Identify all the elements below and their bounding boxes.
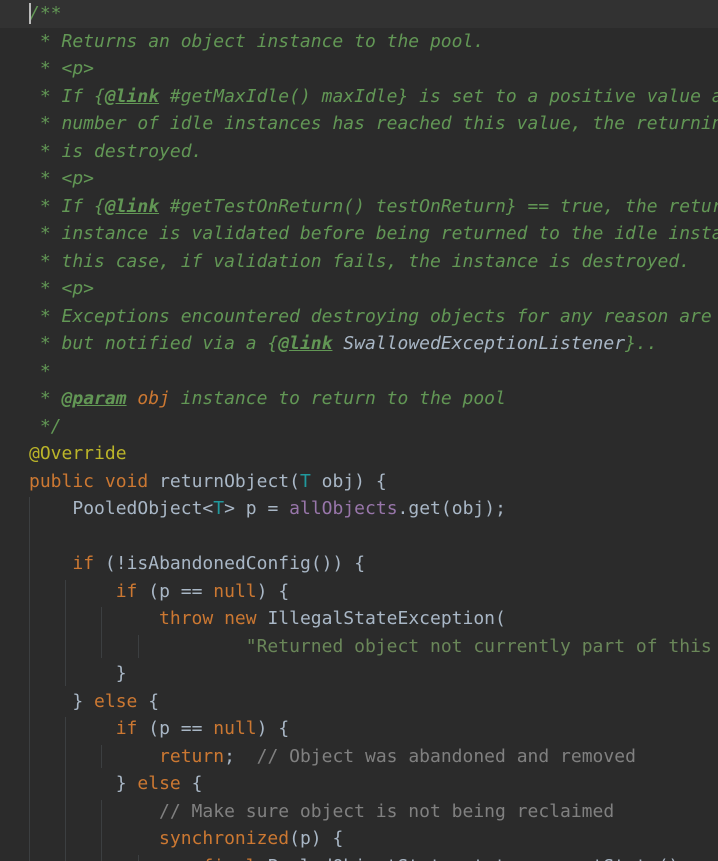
code-line[interactable]: * If {@link #getTestOnReturn() testOnRet… (0, 193, 718, 221)
code-line[interactable]: * Exceptions encountered destroying obje… (0, 303, 718, 331)
code-line[interactable]: if (p == null) { (0, 715, 718, 743)
code-line[interactable]: * is destroyed. (0, 138, 718, 166)
text-caret (29, 3, 31, 24)
code-line[interactable]: if (!isAbandonedConfig()) { (0, 550, 718, 578)
code-line[interactable]: // Make sure object is not being reclaim… (0, 798, 718, 826)
code-line[interactable]: * If {@link #getMaxIdle() maxIdle} is se… (0, 83, 718, 111)
code-line[interactable]: } else { (0, 770, 718, 798)
code-line[interactable]: return; // Object was abandoned and remo… (0, 743, 718, 771)
code-line[interactable]: * number of idle instances has reached t… (0, 110, 718, 138)
code-line[interactable]: if (p == null) { (0, 578, 718, 606)
code-line[interactable]: @Override (0, 440, 718, 468)
code-editor[interactable]: /** * Returns an object instance to the … (0, 0, 718, 861)
code-line[interactable]: * but notified via a {@link SwallowedExc… (0, 330, 718, 358)
code-line[interactable] (0, 523, 718, 551)
code-line[interactable]: final PooledObjectState state = p.getSta… (0, 853, 718, 861)
code-line[interactable]: * <p> (0, 165, 718, 193)
code-line[interactable]: * this case, if validation fails, the in… (0, 248, 718, 276)
code-line[interactable]: "Returned object not currently part of t… (0, 633, 718, 661)
code-line[interactable]: synchronized(p) { (0, 825, 718, 853)
code-line[interactable]: * <p> (0, 275, 718, 303)
code-line[interactable]: * <p> (0, 55, 718, 83)
code-line[interactable]: * (0, 358, 718, 386)
code-content[interactable]: /** * Returns an object instance to the … (0, 0, 718, 861)
code-line[interactable]: * Returns an object instance to the pool… (0, 28, 718, 56)
code-line[interactable]: } (0, 660, 718, 688)
code-line[interactable]: public void returnObject(T obj) { (0, 468, 718, 496)
code-line[interactable]: throw new IllegalStateException( (0, 605, 718, 633)
code-line[interactable]: * instance is validated before being ret… (0, 220, 718, 248)
code-line[interactable]: /** (0, 0, 718, 28)
code-line[interactable]: } else { (0, 688, 718, 716)
code-line[interactable]: PooledObject<T> p = allObjects.get(obj); (0, 495, 718, 523)
code-line[interactable]: * @param obj instance to return to the p… (0, 385, 718, 413)
code-line[interactable]: */ (0, 413, 718, 441)
